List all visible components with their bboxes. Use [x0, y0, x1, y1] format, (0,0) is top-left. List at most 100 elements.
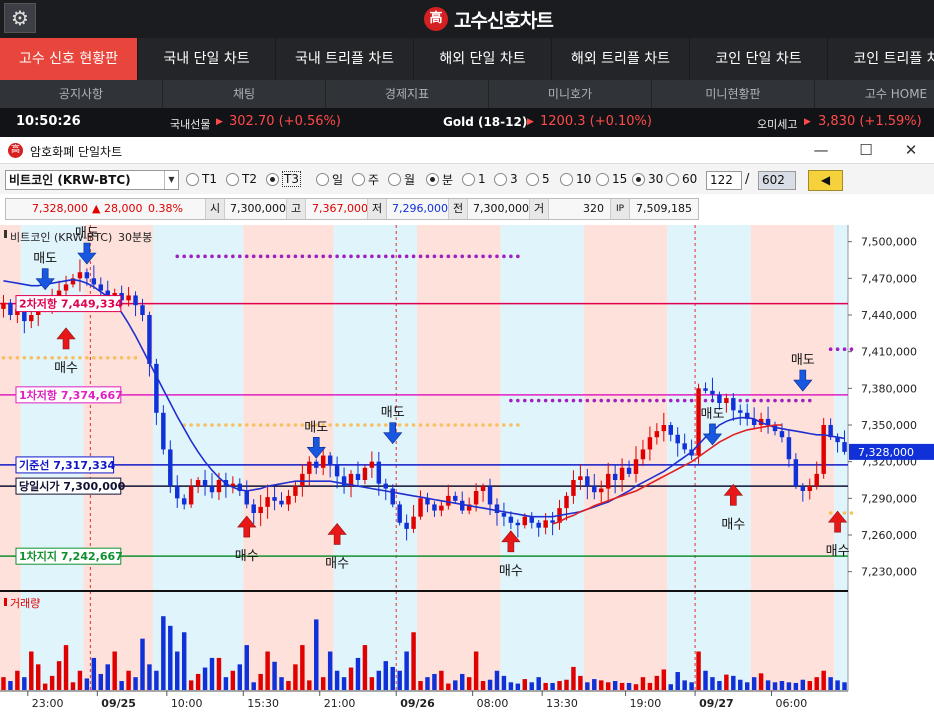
candle-body: [432, 504, 437, 511]
x-tick-label: 08:00: [477, 697, 509, 710]
volume-bar: [619, 682, 625, 690]
submenu-mini-board[interactable]: 미니현황판: [652, 80, 815, 108]
menu-domestic-triple[interactable]: 국내 트리플 차트: [276, 38, 414, 80]
menu-signal-board[interactable]: 고수 신호 현황판: [0, 38, 138, 80]
candle-body: [188, 486, 194, 505]
radio-10min[interactable]: 10: [560, 172, 591, 186]
candle-body: [29, 315, 34, 322]
dotted-level-marker: [474, 423, 478, 427]
high-label: 고: [286, 199, 306, 219]
menu-overseas-triple[interactable]: 해외 트리플 차트: [552, 38, 690, 80]
dotted-level-marker: [370, 423, 374, 427]
submenu-home[interactable]: 고수 HOME: [815, 80, 934, 108]
symbol-select[interactable]: 비트코인 (KRW-BTC) ▼: [5, 170, 179, 190]
menu-overseas-single[interactable]: 해외 단일 차트: [414, 38, 552, 80]
dotted-level-marker: [133, 355, 138, 360]
dotted-level-marker: [418, 423, 423, 427]
radio-3min[interactable]: 3: [494, 172, 518, 186]
candle-body: [334, 464, 340, 477]
submenu-economic[interactable]: 경제지표: [326, 80, 489, 108]
radio-minute[interactable]: 분: [426, 172, 453, 187]
settings-gear-icon[interactable]: ⚙: [4, 3, 36, 33]
candle-body: [522, 516, 528, 526]
submenu-notice[interactable]: 공지사항: [0, 80, 163, 108]
dotted-level-marker: [272, 254, 277, 259]
total-count-field: 602: [758, 171, 796, 190]
dotted-level-marker: [446, 254, 451, 259]
window-logo-icon: 高: [8, 143, 23, 158]
dotted-level-marker: [585, 398, 590, 403]
radio-label: 월: [404, 172, 416, 187]
dotted-level-marker: [446, 423, 451, 427]
dotted-level-marker: [328, 423, 332, 427]
radio-t2[interactable]: T2: [226, 172, 257, 186]
volume-bar: [341, 677, 347, 690]
radio-1min[interactable]: 1: [462, 172, 486, 186]
radio-60min[interactable]: 60: [666, 172, 697, 186]
session-shade: [152, 225, 244, 691]
candle-body: [668, 425, 673, 435]
menu-domestic-single[interactable]: 국내 단일 차트: [138, 38, 276, 80]
dotted-level-marker: [432, 423, 437, 427]
candle-body: [181, 498, 187, 505]
buy-signal-label: 매수: [826, 544, 850, 559]
candle-body: [515, 522, 521, 526]
dotted-level-marker: [244, 254, 249, 259]
x-tick-label: 15:30: [247, 697, 279, 710]
volume-bar: [564, 679, 569, 690]
maximize-icon[interactable]: ☐: [851, 140, 881, 160]
candle-body: [487, 486, 493, 505]
candle-body: [682, 443, 687, 450]
dotted-level-marker: [126, 355, 131, 360]
radio-15min[interactable]: 15: [596, 172, 627, 186]
radio-5min[interactable]: 5: [526, 172, 550, 186]
menu-coin-single[interactable]: 코인 단일 차트: [690, 38, 828, 80]
submenu-mini-quote[interactable]: 미니호가: [489, 80, 652, 108]
minimize-icon[interactable]: —: [806, 140, 836, 160]
dotted-level-marker: [293, 254, 298, 259]
dotted-level-marker: [286, 254, 291, 259]
candle-body: [738, 410, 743, 413]
dotted-level-marker: [516, 398, 520, 403]
count-separator: /: [745, 172, 750, 187]
volume-bar: [453, 680, 458, 690]
radio-circle: [426, 172, 439, 186]
dotted-level-marker: [1, 355, 6, 360]
back-arrow-button[interactable]: ◀: [808, 170, 843, 191]
radio-30min[interactable]: 30: [632, 172, 663, 186]
volume-bar: [293, 664, 298, 690]
dotted-level-marker: [509, 423, 513, 427]
dotted-level-marker: [842, 347, 847, 352]
dotted-level-marker: [842, 511, 847, 515]
volume-bar: [772, 682, 778, 690]
candle-body: [300, 473, 305, 487]
bar-count-input[interactable]: 122: [706, 171, 742, 190]
volume-bar: [557, 681, 562, 690]
radio-day[interactable]: 일: [316, 172, 343, 187]
radio-t3[interactable]: T3: [266, 171, 301, 187]
menu-coin-triple[interactable]: 코인 트리플 차: [828, 38, 934, 80]
ticker-arrow-icon: ▶: [527, 117, 534, 127]
dotted-level-marker: [356, 254, 360, 259]
level-label: 1차지지 7,242,667: [19, 549, 123, 563]
chevron-down-icon[interactable]: ▼: [164, 171, 178, 189]
candle-body: [633, 459, 639, 474]
radio-month[interactable]: 월: [388, 172, 416, 187]
radio-t1[interactable]: T1: [186, 172, 217, 186]
chart-area[interactable]: 7,500,000 7,470,000 7,440,000 7,410,000 7,38…: [0, 225, 934, 713]
volume-bar: [70, 682, 76, 690]
volume-bar: [668, 684, 673, 690]
dotted-level-marker: [460, 254, 465, 259]
dotted-level-marker: [397, 254, 402, 259]
candle-body: [147, 315, 152, 364]
radio-week[interactable]: 주: [352, 172, 379, 187]
volume-bar: [779, 681, 785, 690]
volume-bar: [800, 679, 806, 690]
dotted-level-marker: [578, 398, 583, 403]
price-chart[interactable]: 7,500,000 7,470,000 7,440,000 7,410,000 7,38…: [0, 225, 934, 713]
volume-bar: [112, 651, 117, 690]
app-title: 고수신호차트: [454, 9, 554, 32]
dotted-level-marker: [453, 254, 458, 259]
close-icon[interactable]: ✕: [896, 140, 926, 160]
submenu-chat[interactable]: 채팅: [163, 80, 326, 108]
